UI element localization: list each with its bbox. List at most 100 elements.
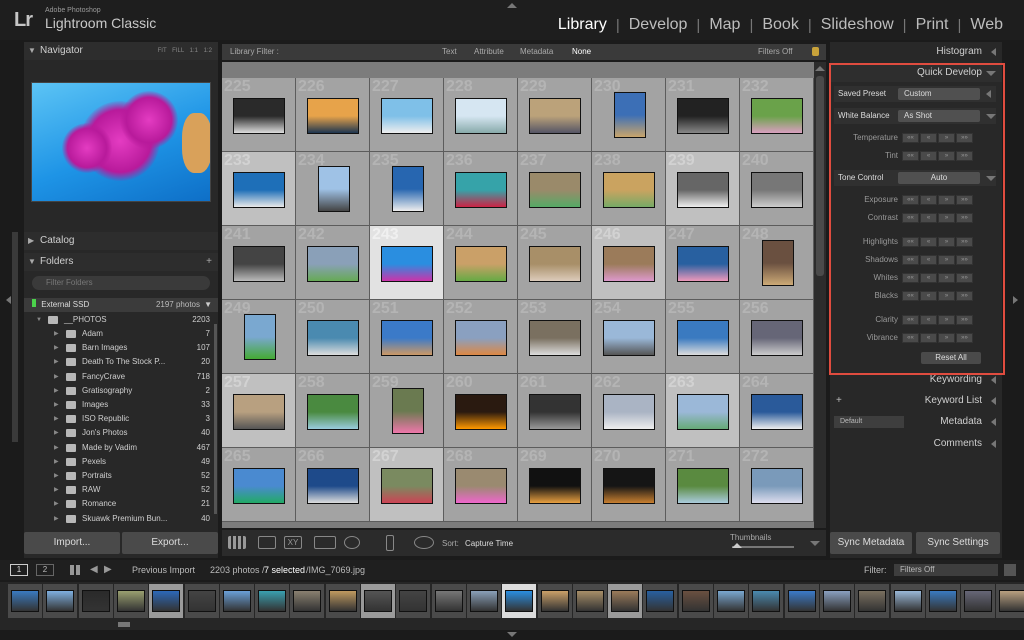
add-folder-icon[interactable]: + [206,253,212,271]
drive-menu-icon[interactable]: ▼ [204,298,212,312]
collapse-left-icon[interactable] [6,296,11,304]
filmstrip-cell[interactable] [643,584,678,618]
filmstrip-thumbnail[interactable] [611,590,640,612]
decrease-small-button[interactable]: « [920,237,937,247]
folder-item[interactable]: ▶ Portraits 52 [24,469,218,483]
folder-expand-icon[interactable]: ▶ [54,469,59,483]
filter-status[interactable]: Filters Off [758,44,793,60]
grid-cell[interactable]: 231 [666,78,740,152]
photo-thumbnail[interactable] [603,320,655,356]
grid-cell[interactable]: 252 [444,300,518,374]
filmstrip-cell[interactable] [996,584,1024,618]
increase-small-button[interactable]: » [938,151,955,161]
decrease-small-button[interactable]: « [920,213,937,223]
loupe-view-icon[interactable] [258,536,276,549]
decrease-large-button[interactable]: «« [902,315,919,325]
increase-large-button[interactable]: »» [956,273,973,283]
filmstrip-thumbnail[interactable] [505,590,534,612]
grid-cell[interactable]: 240 [740,152,814,226]
folder-item[interactable]: ▶ ISO Republic 3 [24,412,218,426]
increase-small-button[interactable]: » [938,315,955,325]
adjust-buttons[interactable]: «« «»»» [902,255,974,265]
photo-thumbnail[interactable] [677,394,729,430]
grid-cell[interactable]: 260 [444,374,518,448]
saved-preset-select[interactable]: Custom [898,88,980,100]
increase-large-button[interactable]: »» [956,255,973,265]
decrease-large-button[interactable]: «« [902,151,919,161]
page-2-button[interactable]: 2 [36,564,54,576]
filter-toggle-icon[interactable] [1004,564,1016,576]
increase-large-button[interactable]: »» [956,213,973,223]
increase-large-button[interactable]: »» [956,333,973,343]
filmstrip-thumbnail[interactable] [575,590,604,612]
photo-thumbnail[interactable] [529,172,581,208]
folder-expand-icon[interactable]: ▶ [54,497,59,511]
photo-thumbnail[interactable] [233,172,285,208]
grid-cell[interactable]: 248 [740,226,814,300]
grid-cell[interactable]: 268 [444,448,518,522]
catalog-header[interactable]: ▶ Catalog [24,232,218,250]
folder-item[interactable]: ▶ RAW 52 [24,483,218,497]
folder-expand-icon[interactable]: ▶ [54,483,59,497]
compare-view-icon[interactable]: XY [284,536,302,549]
grid-shortcut-icon[interactable] [70,565,80,575]
grid-cell[interactable]: 255 [666,300,740,374]
photo-thumbnail[interactable] [307,320,359,356]
increase-small-button[interactable]: » [938,237,955,247]
grid-cell[interactable]: 237 [518,152,592,226]
page-1-button[interactable]: 1 [10,564,28,576]
filmstrip-thumbnail[interactable] [152,590,181,612]
people-view-icon[interactable] [344,536,360,549]
zoom-fill[interactable]: FILL [172,48,184,54]
grid-cell[interactable]: 271 [666,448,740,522]
quick-develop-header[interactable]: Quick Develop [830,64,1002,82]
filmstrip-cell[interactable] [537,584,572,618]
photo-thumbnail[interactable] [603,468,655,504]
filter-tab-text[interactable]: Text [442,44,457,60]
source-label[interactable]: Previous Import [132,560,195,580]
photo-thumbnail[interactable] [381,320,433,356]
histogram-header[interactable]: Histogram [830,43,1002,61]
grid-cell[interactable]: 235 [370,152,444,226]
module-develop[interactable]: Develop [620,16,697,34]
folder-expand-icon[interactable]: ▶ [54,355,59,369]
photo-thumbnail[interactable] [381,468,433,504]
grid-cell[interactable]: 233 [222,152,296,226]
photo-thumbnail[interactable] [392,166,424,212]
grid-cell[interactable]: 270 [592,448,666,522]
decrease-large-button[interactable]: «« [902,213,919,223]
white-balance-select[interactable]: As Shot [898,110,980,122]
filmstrip-thumbnail[interactable] [399,590,428,612]
grid-cell[interactable]: 253 [518,300,592,374]
filmstrip-thumbnail[interactable] [364,590,392,612]
filmstrip-cell[interactable] [749,584,784,618]
module-web[interactable]: Web [961,16,1012,34]
decrease-large-button[interactable]: «« [902,133,919,143]
filmstrip-cell[interactable] [608,584,643,618]
adjust-buttons[interactable]: «« «»»» [902,213,974,223]
increase-small-button[interactable]: » [938,195,955,205]
filmstrip-thumbnail[interactable] [46,590,75,612]
module-map[interactable]: Map [700,16,749,34]
filmstrip-cell[interactable] [255,584,290,618]
grid-cell[interactable]: 242 [296,226,370,300]
photo-thumbnail[interactable] [614,92,646,138]
decrease-small-button[interactable]: « [920,151,937,161]
grid-cell[interactable]: 259 [370,374,444,448]
filmstrip-thumbnail[interactable] [81,590,110,612]
module-print[interactable]: Print [907,16,958,34]
auto-tone-button[interactable]: Auto [898,172,980,184]
folder-item[interactable]: ▶ Jon's Photos 40 [24,426,218,440]
adjust-buttons[interactable]: «« «»»» [902,133,974,143]
filmstrip-thumbnail[interactable] [787,590,816,612]
folders-scrollbar[interactable] [214,324,217,514]
photo-thumbnail[interactable] [455,320,507,356]
navigator-zoom-options[interactable]: FIT FILL 1:1 1:2 [158,42,212,60]
filmstrip-thumbnail[interactable] [752,590,781,612]
filmstrip-thumbnail[interactable] [116,590,145,612]
collapse-right-icon[interactable] [1013,296,1018,304]
photo-thumbnail[interactable] [677,246,729,282]
metadata-header[interactable]: Default Metadata [830,413,1002,431]
photo-thumbnail[interactable] [677,468,729,504]
filmstrip-cell[interactable] [714,584,748,618]
